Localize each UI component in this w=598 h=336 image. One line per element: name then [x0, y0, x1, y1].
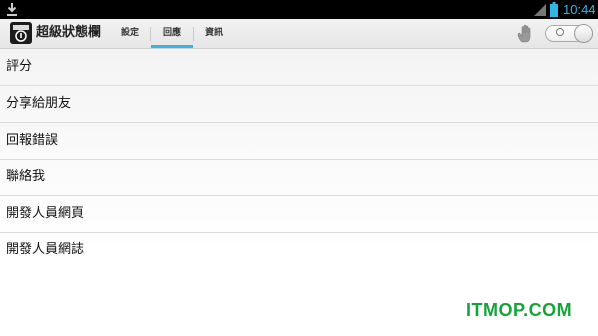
action-bar: 超級狀態欄 設定 回應 資訊	[0, 19, 598, 49]
list-item-developer-page[interactable]: 開發人員網頁	[0, 196, 598, 233]
battery-icon	[550, 2, 558, 17]
toggle-off-icon	[556, 28, 564, 36]
watermark: ITMOP.COM	[466, 300, 573, 320]
toggle-switch[interactable]	[545, 24, 593, 43]
app-icon[interactable]	[10, 22, 32, 44]
toggle-thumb[interactable]	[574, 24, 593, 43]
list-item-share[interactable]: 分享給朋友	[0, 86, 598, 123]
tab-feedback[interactable]: 回應	[151, 19, 193, 48]
list-item-rate[interactable]: 評分	[0, 49, 598, 86]
feedback-list: 評分 分享給朋友 回報錯誤 聯絡我 開發人員網頁 開發人員網誌	[0, 49, 598, 336]
app-title: 超級狀態欄	[36, 25, 102, 40]
list-item-developer-blog[interactable]: 開發人員網誌	[0, 232, 598, 269]
status-clock: 10:44	[563, 2, 596, 17]
hand-icon[interactable]	[516, 24, 536, 44]
list-item-contact[interactable]: 聯絡我	[0, 159, 598, 196]
status-bar: 10:44	[0, 0, 598, 19]
tab-info[interactable]: 資訊	[194, 19, 234, 48]
tab-settings[interactable]: 設定	[110, 19, 150, 48]
download-icon	[7, 3, 17, 16]
signal-icon	[534, 4, 546, 16]
list-item-report-bug[interactable]: 回報錯誤	[0, 123, 598, 160]
